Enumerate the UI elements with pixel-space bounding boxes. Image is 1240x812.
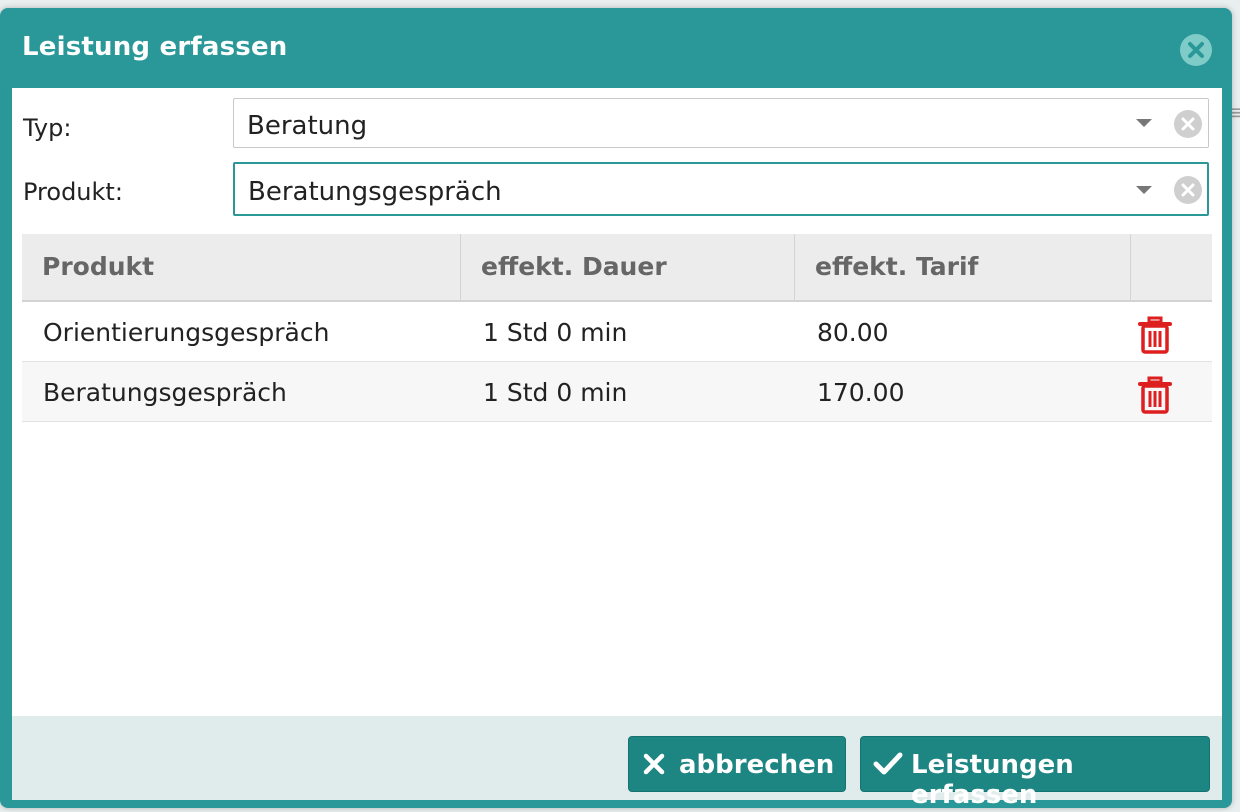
table-row: Orientierungsgespräch 1 Std 0 min 80.00 [22,302,1212,362]
header-tarif[interactable]: effekt. Tarif [795,234,1131,300]
dialog-footer: abbrechen Leistungen erfassen [12,716,1222,810]
typ-value: Beratung [247,111,368,141]
cancel-button[interactable]: abbrechen [628,736,846,792]
produkt-select[interactable]: Beratungsgespräch [233,162,1209,216]
table-row: Beratungsgespräch 1 Std 0 min 170.00 [22,362,1212,422]
leistung-dialog: Leistung erfassen Typ: Beratung Produkt:… [0,8,1232,810]
close-icon[interactable] [1180,34,1212,66]
x-icon [643,753,665,775]
table-header: Produkt effekt. Dauer effekt. Tarif [22,234,1212,302]
produkt-value: Beratungsgespräch [248,177,502,207]
dialog-title: Leistung erfassen [22,32,288,62]
submit-label: Leistungen erfassen [911,750,1074,810]
cell-dauer: 1 Std 0 min [483,378,628,407]
typ-select[interactable]: Beratung [233,98,1209,148]
clear-icon[interactable] [1174,110,1202,138]
cell-produkt: Orientierungsgespräch [43,318,330,347]
clear-icon[interactable] [1174,176,1202,204]
dialog-content: Typ: Beratung Produkt: Beratungsgespräch [12,88,1222,716]
close-x-glyph [1188,42,1204,58]
typ-label: Typ: [23,114,72,142]
header-actions [1131,234,1212,300]
header-dauer[interactable]: effekt. Dauer [461,234,795,300]
header-produkt[interactable]: Produkt [22,234,461,300]
cell-dauer: 1 Std 0 min [483,318,628,347]
cell-tarif: 170.00 [817,378,905,407]
chevron-down-icon[interactable] [1136,186,1152,194]
produkt-label: Produkt: [23,178,123,206]
check-icon [873,752,903,775]
cancel-label: abbrechen [679,750,835,780]
dialog-titlebar: Leistung erfassen [0,8,1232,88]
cell-produkt: Beratungsgespräch [43,378,287,407]
cell-tarif: 80.00 [817,318,889,347]
trash-icon[interactable] [1138,316,1172,354]
chevron-down-icon[interactable] [1136,119,1152,127]
submit-button[interactable]: Leistungen erfassen [860,736,1210,810]
trash-icon[interactable] [1138,376,1172,414]
